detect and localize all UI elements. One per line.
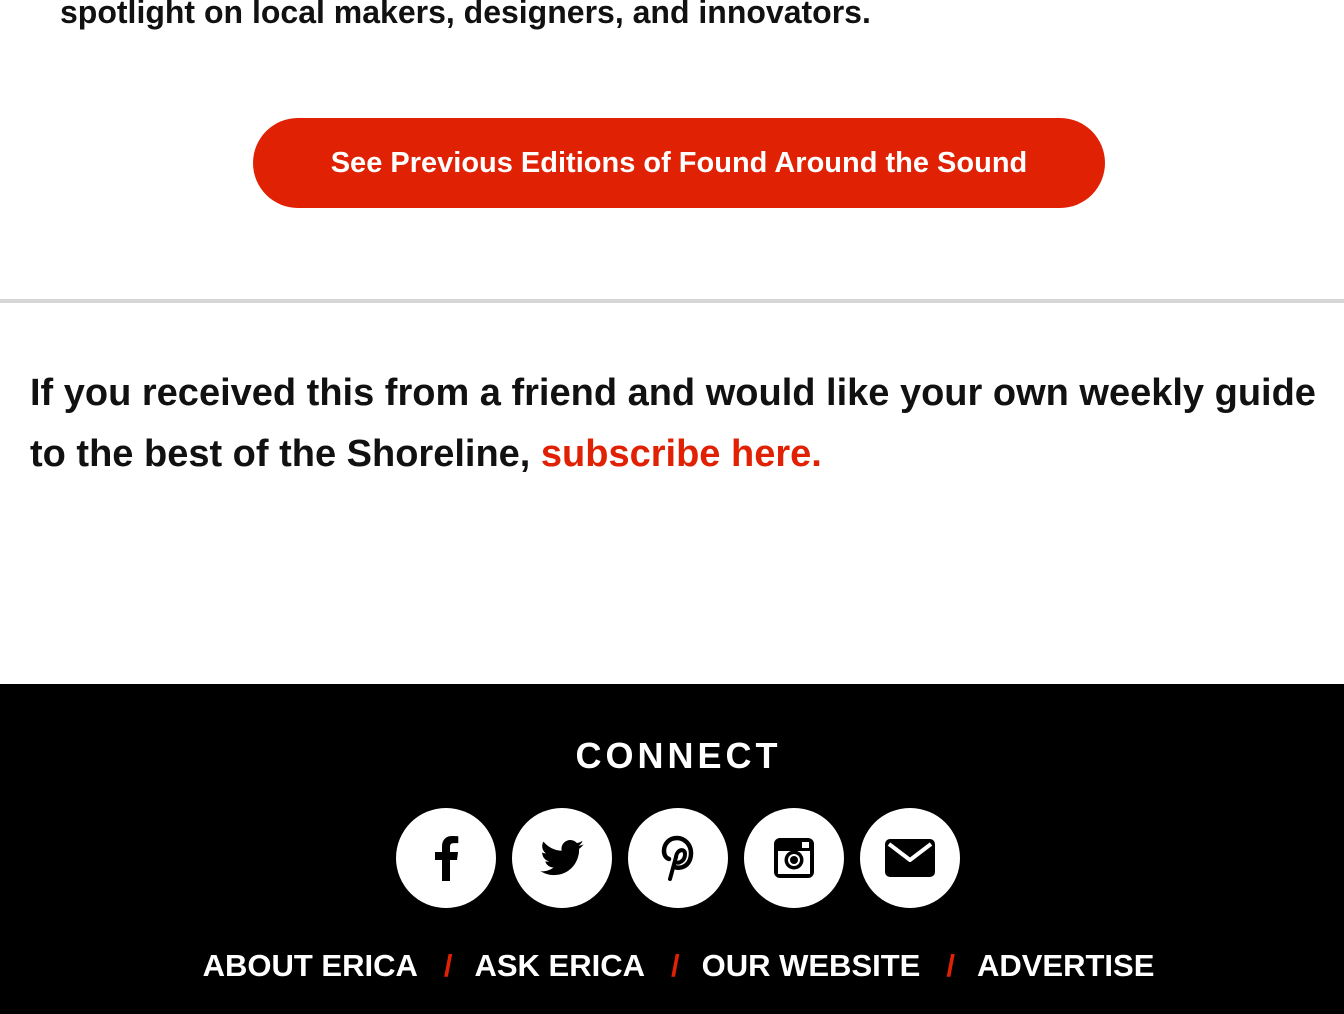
pinterest-icon <box>661 835 694 881</box>
footer: CONNECT ABOUT ERICA / ASK ERICA / OUR WE… <box>0 684 1344 1014</box>
connect-heading: CONNECT <box>575 735 782 776</box>
subscribe-link[interactable]: subscribe here. <box>541 433 822 475</box>
pinterest-button[interactable] <box>628 808 728 908</box>
facebook-button[interactable] <box>396 808 496 908</box>
previous-editions-button[interactable]: See Previous Editions of Found Around th… <box>253 118 1105 208</box>
email-button[interactable] <box>860 808 960 908</box>
nav-separator: / <box>671 948 680 983</box>
subscribe-message: If you received this from a friend and w… <box>30 363 1320 485</box>
instagram-button[interactable] <box>744 808 844 908</box>
section-divider <box>0 299 1344 303</box>
twitter-button[interactable] <box>512 808 612 908</box>
nav-ask-erica[interactable]: ASK ERICA <box>474 944 645 988</box>
envelope-icon <box>885 839 935 877</box>
nav-about-erica[interactable]: ABOUT ERICA <box>203 944 418 988</box>
nav-our-website[interactable]: OUR WEBSITE <box>702 944 921 988</box>
instagram-icon <box>774 838 814 878</box>
nav-separator: / <box>946 948 955 983</box>
nav-separator: / <box>443 948 453 983</box>
intro-text: spotlight on local makers, designers, an… <box>60 0 871 30</box>
nav-advertise[interactable]: ADVERTISE <box>977 944 1154 988</box>
newsletter-page: spotlight on local makers, designers, an… <box>0 0 1344 1014</box>
footer-nav: ABOUT ERICA / ASK ERICA / OUR WEBSITE / … <box>0 944 1344 988</box>
twitter-icon <box>540 840 584 876</box>
social-links <box>396 808 960 909</box>
facebook-icon <box>435 836 459 881</box>
